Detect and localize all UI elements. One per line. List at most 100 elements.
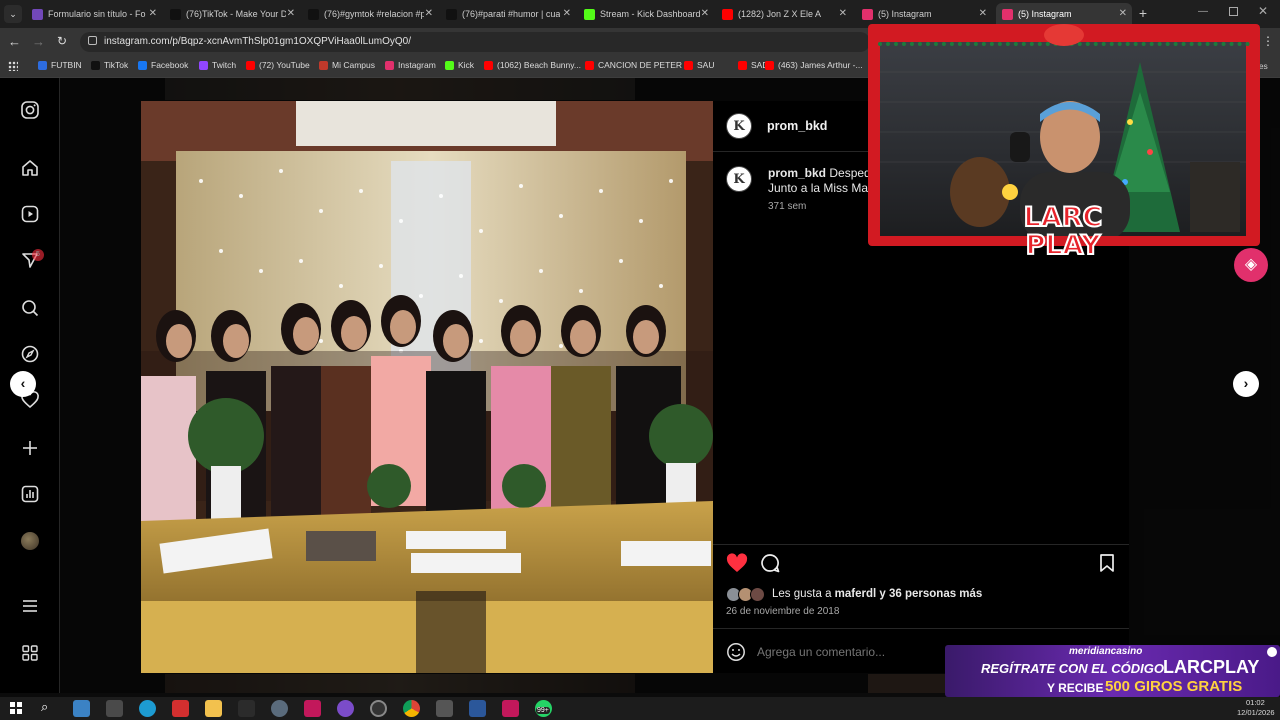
browser-tab[interactable]: (1282) Jon Z X Ele A ✕ bbox=[716, 3, 852, 25]
close-tab-icon[interactable]: ✕ bbox=[149, 8, 157, 19]
browser-tab[interactable]: Stream - Kick Dashboard ✕ bbox=[578, 3, 714, 25]
tab-favicon-icon bbox=[170, 8, 181, 20]
kick-widget-icon[interactable]: ◈ bbox=[1234, 248, 1268, 282]
minimize-button[interactable]: — bbox=[1198, 6, 1212, 20]
caption-username[interactable]: prom_bkd bbox=[768, 166, 826, 180]
bookmark-item[interactable]: FUTBIN bbox=[38, 60, 82, 70]
likes-suffix[interactable]: y 36 personas más bbox=[876, 588, 982, 600]
browser-tab[interactable]: (5) Instagram ✕ bbox=[856, 3, 992, 25]
search-taskbar-icon[interactable]: ⌕ bbox=[41, 699, 48, 715]
close-tab-icon[interactable]: ✕ bbox=[563, 8, 571, 19]
tab-favicon-icon bbox=[446, 8, 457, 20]
tab-favicon-icon bbox=[308, 8, 319, 20]
also-from-meta-icon[interactable] bbox=[20, 643, 40, 663]
close-tab-icon[interactable]: ✕ bbox=[287, 8, 295, 19]
author-avatar[interactable]: K bbox=[726, 113, 752, 139]
bookmark-label: (72) YouTube bbox=[259, 60, 310, 70]
calculator-icon[interactable] bbox=[436, 700, 453, 717]
store-icon[interactable] bbox=[73, 700, 90, 717]
likes-user[interactable]: maferdl bbox=[835, 588, 877, 600]
create-icon[interactable] bbox=[20, 438, 40, 458]
app-icon[interactable] bbox=[238, 700, 255, 717]
edge-icon[interactable] bbox=[139, 700, 156, 717]
maximize-button[interactable] bbox=[1229, 7, 1238, 16]
more-menu-icon[interactable] bbox=[20, 596, 40, 616]
bookmark-item[interactable]: SAU bbox=[684, 60, 714, 70]
site-info-icon[interactable] bbox=[88, 36, 97, 45]
app-icon[interactable] bbox=[304, 700, 321, 717]
bookmark-item[interactable]: (463) James Arthur -... bbox=[765, 60, 863, 70]
browser-tab[interactable]: (76)TikTok - Make Your D ✕ bbox=[164, 3, 300, 25]
bookmark-favicon-icon bbox=[246, 60, 255, 70]
reload-icon[interactable]: ↻ bbox=[57, 34, 67, 48]
bookmark-item[interactable]: Mi Campus bbox=[319, 60, 375, 70]
bookmark-favicon-icon bbox=[385, 60, 394, 70]
bookmark-item[interactable]: Kick bbox=[445, 60, 474, 70]
close-tab-icon[interactable]: ✕ bbox=[839, 8, 847, 19]
bookmark-item[interactable]: SAD bbox=[738, 60, 768, 70]
apps-grid-icon[interactable] bbox=[8, 61, 18, 71]
bookmark-item[interactable]: Instagram bbox=[385, 60, 436, 70]
close-tab-icon[interactable]: ✕ bbox=[425, 8, 433, 19]
bookmark-item[interactable]: (72) YouTube bbox=[246, 60, 310, 70]
home-icon[interactable] bbox=[20, 158, 40, 178]
browser-tab[interactable]: (5) Instagram ✕ bbox=[996, 3, 1132, 25]
obs-icon[interactable] bbox=[370, 700, 387, 717]
ad-line2-highlight: 500 GIROS GRATIS bbox=[1105, 678, 1243, 695]
ad-brand: meridiancasino bbox=[1069, 646, 1143, 657]
app-icon[interactable] bbox=[502, 700, 519, 717]
forward-icon[interactable]: → bbox=[32, 34, 45, 49]
clock-time[interactable]: 01:02 bbox=[1246, 698, 1265, 707]
save-bookmark-icon[interactable] bbox=[1099, 553, 1115, 573]
bookmark-favicon-icon bbox=[684, 60, 693, 70]
author-username[interactable]: prom_bkd bbox=[767, 119, 827, 133]
group-photo-illustration bbox=[141, 101, 713, 673]
ad-line1: REGÍTRATE CON EL CÓDIGO bbox=[981, 661, 1164, 676]
app-icon[interactable] bbox=[337, 700, 354, 717]
browser-tab[interactable]: Formulario sin título - Fo ✕ bbox=[26, 3, 162, 25]
windows-taskbar: ⌕ 99+ 01:02 12/01/2026 bbox=[0, 697, 1280, 720]
steam-icon[interactable] bbox=[271, 700, 288, 717]
url-field[interactable]: instagram.com/p/Bqpz-xcnAvmThSlp01gm1OXQ… bbox=[80, 32, 870, 52]
bookmark-item[interactable]: (1062) Beach Bunny... bbox=[484, 60, 581, 70]
explore-icon[interactable] bbox=[20, 344, 40, 364]
bookmark-item[interactable]: CANCION DE PETER bbox=[585, 60, 682, 70]
bookmark-label: FUTBIN bbox=[51, 60, 82, 70]
previous-post-button[interactable]: ‹ bbox=[10, 371, 36, 397]
liked-heart-icon[interactable] bbox=[726, 553, 748, 573]
start-icon[interactable] bbox=[10, 702, 22, 714]
profile-avatar[interactable] bbox=[21, 532, 39, 550]
new-tab-button[interactable]: + bbox=[1134, 5, 1152, 23]
bookmark-item[interactable]: TikTok bbox=[91, 60, 128, 70]
bookmark-item[interactable]: Twitch bbox=[199, 60, 236, 70]
browser-tab[interactable]: (76)#parati #humor | cua ✕ bbox=[440, 3, 576, 25]
next-post-button[interactable]: › bbox=[1233, 371, 1259, 397]
browser-tab[interactable]: (76)#gymtok #relacion #p ✕ bbox=[302, 3, 438, 25]
dashboard-icon[interactable] bbox=[20, 484, 40, 504]
tab-title: (1282) Jon Z X Ele A bbox=[738, 9, 822, 19]
word-icon[interactable] bbox=[469, 700, 486, 717]
caption-avatar[interactable]: K bbox=[726, 166, 752, 192]
tab-search-button[interactable]: ⌄ bbox=[4, 5, 22, 23]
bookmark-item[interactable]: Facebook bbox=[138, 60, 188, 70]
file-explorer-icon[interactable] bbox=[205, 700, 222, 717]
close-tab-icon[interactable]: ✕ bbox=[979, 8, 987, 19]
likes-summary[interactable]: Les gusta a maferdl y 36 personas más bbox=[772, 588, 982, 600]
app-icon[interactable] bbox=[172, 700, 189, 717]
comment-icon[interactable] bbox=[760, 553, 780, 573]
clock-date[interactable]: 12/01/2026 bbox=[1237, 708, 1275, 717]
emoji-icon[interactable] bbox=[726, 642, 746, 662]
instagram-logo-icon[interactable] bbox=[20, 100, 40, 120]
likers-avatars[interactable] bbox=[726, 587, 770, 602]
close-tab-icon[interactable]: ✕ bbox=[1119, 8, 1127, 19]
bookmark-favicon-icon bbox=[38, 60, 47, 70]
reels-icon[interactable] bbox=[20, 204, 40, 224]
close-window-button[interactable]: ✕ bbox=[1258, 4, 1268, 18]
chrome-icon[interactable] bbox=[403, 700, 420, 717]
brand-line2: PLAY bbox=[1025, 230, 1102, 261]
menu-icon[interactable]: ⋮ bbox=[1262, 34, 1274, 48]
back-icon[interactable]: ← bbox=[8, 34, 21, 49]
app-icon[interactable] bbox=[106, 700, 123, 717]
search-icon[interactable] bbox=[20, 298, 40, 318]
close-tab-icon[interactable]: ✕ bbox=[701, 8, 709, 19]
